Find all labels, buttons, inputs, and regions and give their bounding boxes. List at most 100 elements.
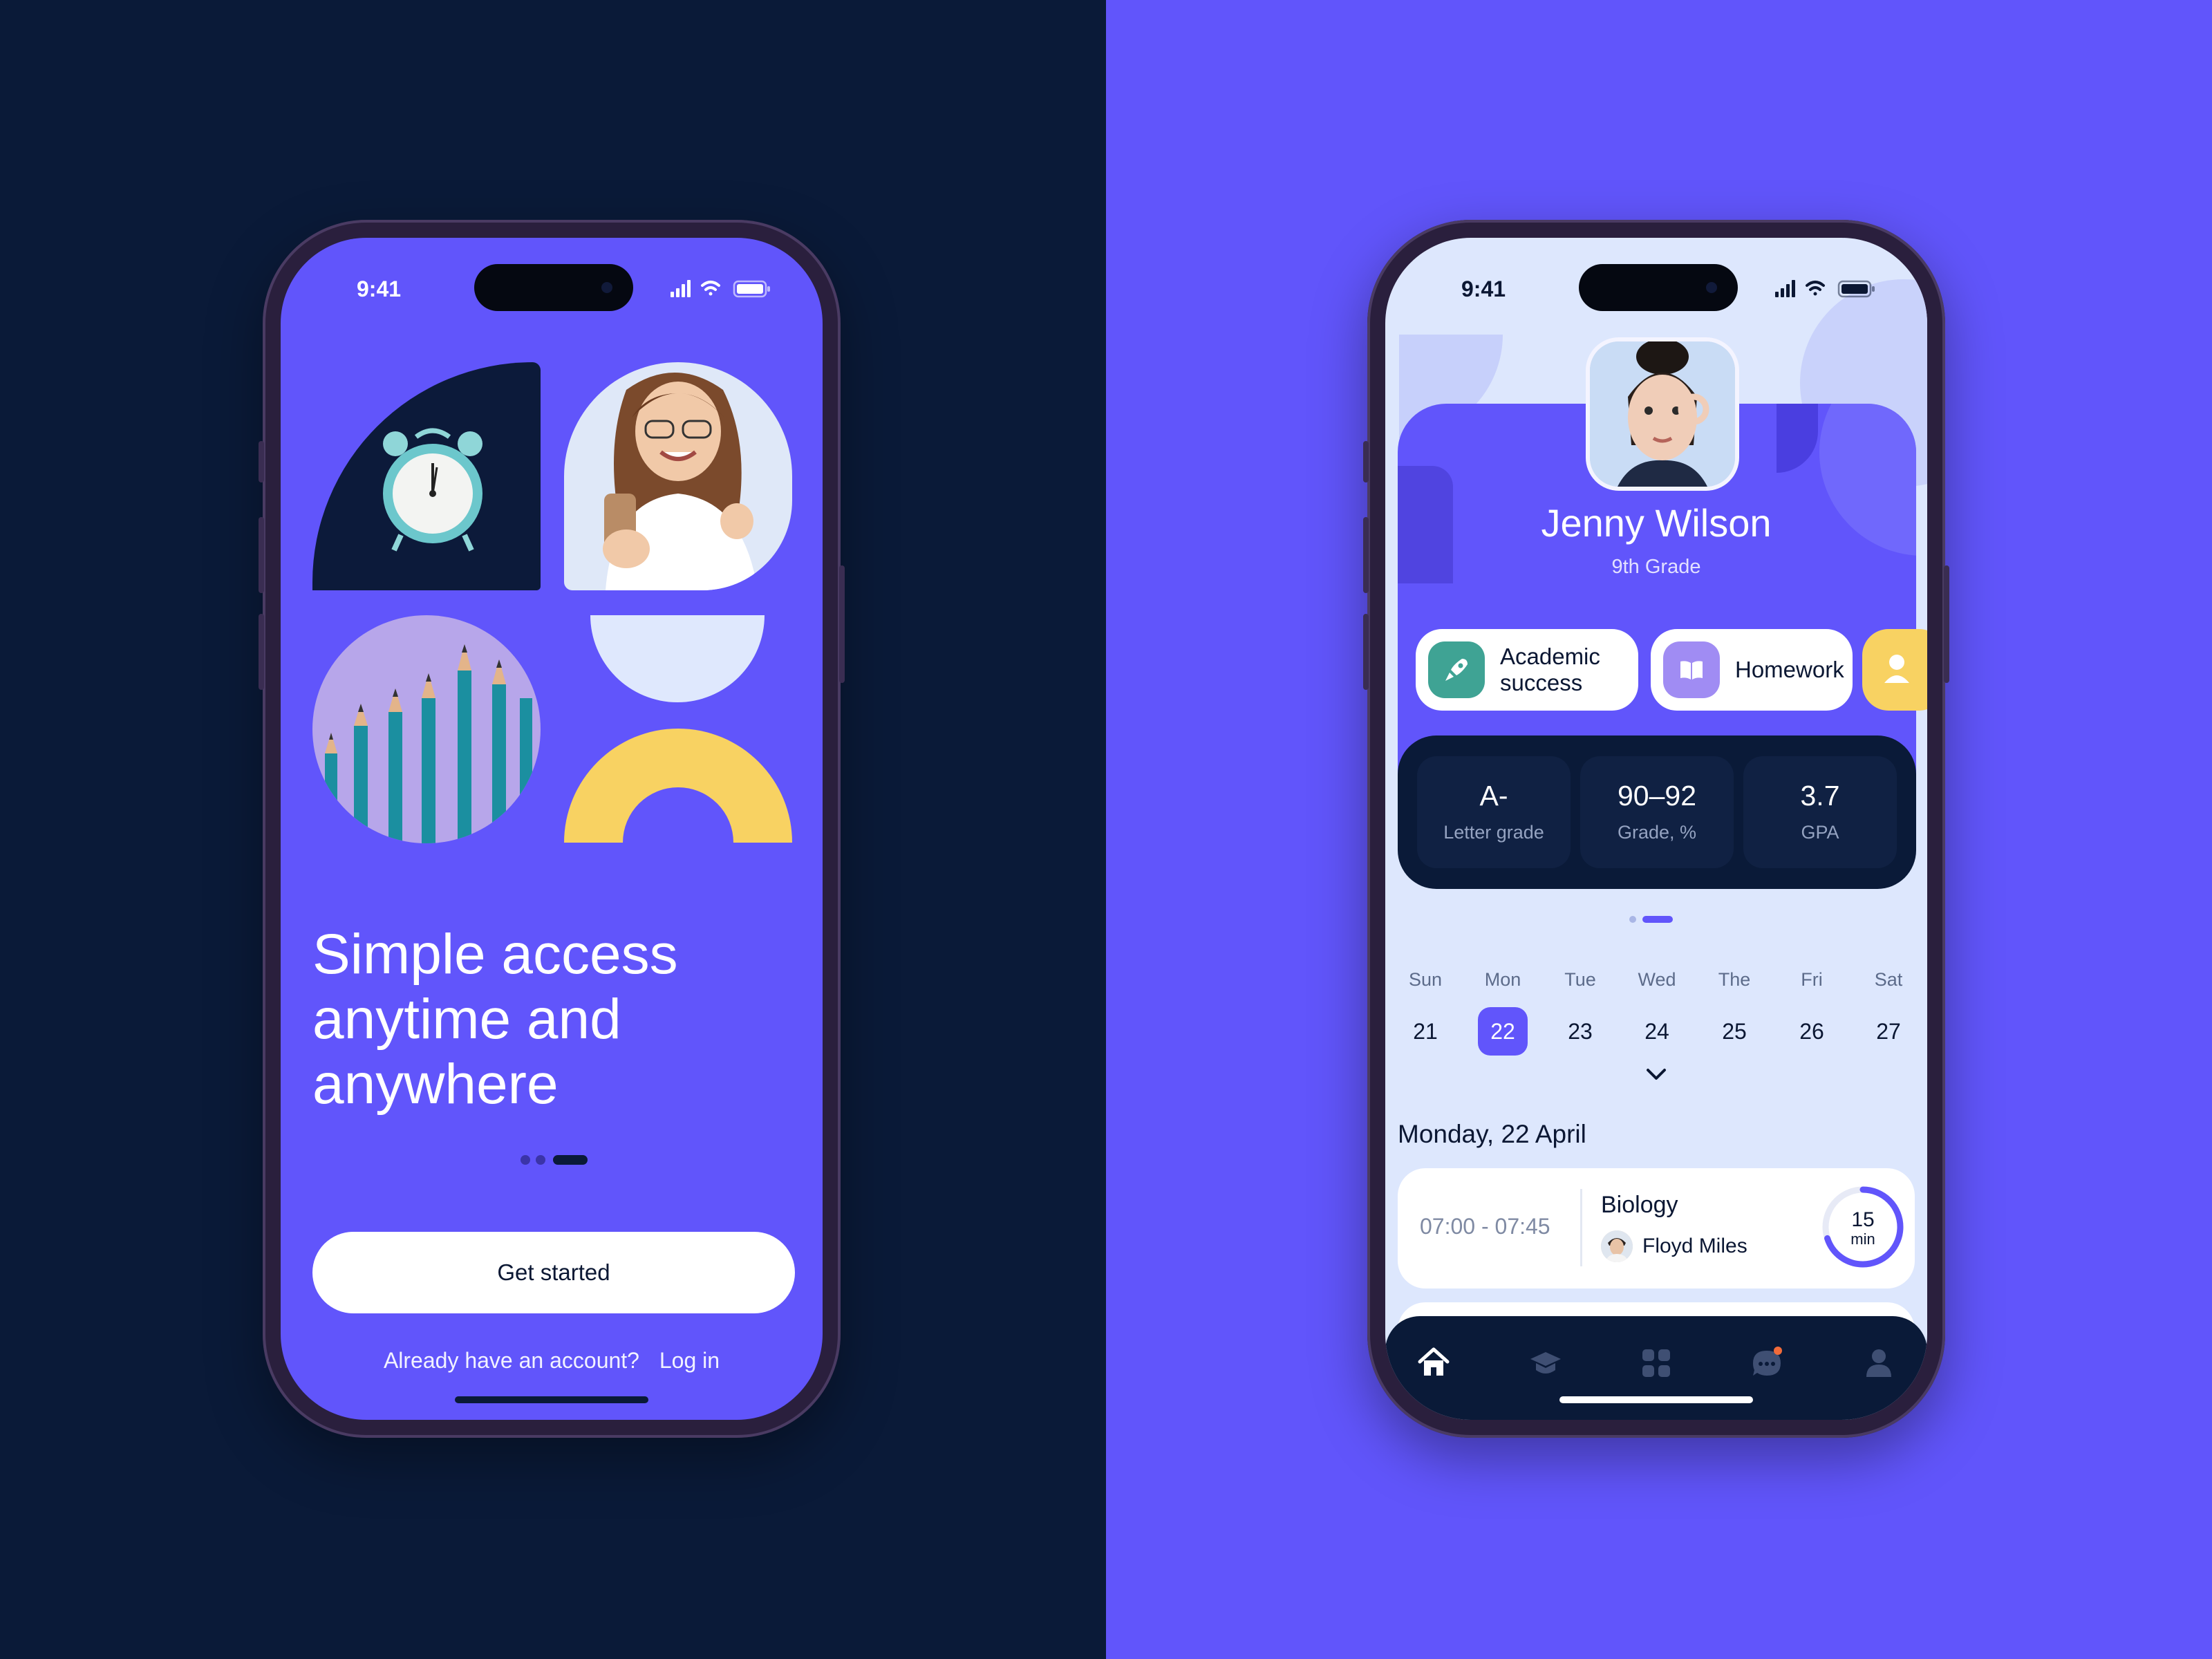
status-icons bbox=[671, 280, 770, 298]
bottom-tab-bar bbox=[1385, 1316, 1927, 1420]
selected-date-heading: Monday, 22 April bbox=[1398, 1120, 1586, 1148]
chip-homework[interactable]: Homework bbox=[1651, 629, 1853, 711]
day-date: 21 bbox=[1413, 1019, 1438, 1044]
headline-line: Simple access bbox=[312, 923, 678, 986]
signal-icon bbox=[1775, 280, 1795, 297]
week-calendar: Sun 21 Mon 22 Tue 23 Wed 24 The 25 Fri 2… bbox=[1385, 969, 1927, 1059]
day-name: Fri bbox=[1801, 969, 1823, 990]
deco-shape bbox=[1777, 404, 1818, 473]
onboarding-phone: 9:41 Simple access anytime and anywhere … bbox=[259, 220, 845, 1438]
arch-shape bbox=[564, 729, 792, 843]
half-circle-shape bbox=[590, 615, 765, 702]
pencils-illustration bbox=[325, 644, 532, 843]
day-fri[interactable]: Fri 26 bbox=[1773, 969, 1850, 1056]
volume-down-button bbox=[259, 614, 264, 690]
avatar[interactable] bbox=[1586, 337, 1739, 491]
chip-label: Academic success bbox=[1500, 644, 1600, 696]
lesson-teacher: Floyd Miles bbox=[1642, 1235, 1747, 1257]
alarm-clock-icon bbox=[383, 428, 482, 552]
day-date: 26 bbox=[1799, 1019, 1824, 1044]
login-prompt: Already have an account? bbox=[383, 1348, 639, 1373]
stat-label: Grade, % bbox=[1617, 822, 1697, 843]
day-date: 24 bbox=[1644, 1019, 1669, 1044]
profile-phone: 9:41 Jenny Wilson 9th Grade Academic suc… bbox=[1363, 220, 1949, 1438]
lesson-card[interactable]: 07:00 - 07:45 Biology Floyd Miles 15 min bbox=[1398, 1168, 1915, 1288]
get-started-button[interactable]: Get started bbox=[312, 1232, 795, 1313]
lesson-time: 07:00 - 07:45 bbox=[1420, 1214, 1550, 1239]
graduation-cap-icon[interactable] bbox=[1528, 1345, 1564, 1381]
profile-name: Jenny Wilson bbox=[1541, 501, 1772, 545]
home-indicator[interactable] bbox=[1559, 1396, 1753, 1403]
login-row: Already have an account? Log in bbox=[281, 1348, 823, 1374]
side-button bbox=[1363, 441, 1369, 482]
page-indicator[interactable] bbox=[520, 1154, 596, 1165]
status-time: 9:41 bbox=[357, 276, 402, 301]
power-button bbox=[1944, 565, 1949, 683]
day-sat[interactable]: Sat 27 bbox=[1850, 969, 1927, 1056]
rocket-icon bbox=[1428, 641, 1485, 698]
day-name: Sun bbox=[1408, 969, 1443, 990]
day-name: Sat bbox=[1874, 969, 1903, 990]
book-glyph bbox=[1680, 661, 1703, 679]
lesson-subject: Biology bbox=[1601, 1192, 1678, 1218]
day-thu[interactable]: The 25 bbox=[1696, 969, 1773, 1056]
stat-value: 3.7 bbox=[1800, 780, 1840, 812]
home-icon[interactable] bbox=[1416, 1345, 1452, 1381]
day-date: 27 bbox=[1876, 1019, 1901, 1044]
woman-with-phone-photo bbox=[564, 362, 792, 590]
stat-grade-percent: 90–92 Grade, % bbox=[1580, 756, 1734, 868]
stat-label: Letter grade bbox=[1443, 822, 1544, 843]
chip-label: Homework bbox=[1735, 657, 1844, 682]
wifi-icon bbox=[701, 281, 720, 296]
stat-gpa: 3.7 GPA bbox=[1743, 756, 1897, 868]
day-date-selected: 22 bbox=[1478, 1007, 1528, 1056]
profile-icon[interactable] bbox=[1861, 1345, 1897, 1381]
divider bbox=[1580, 1189, 1582, 1266]
login-link[interactable]: Log in bbox=[659, 1348, 720, 1373]
day-wed[interactable]: Wed 24 bbox=[1618, 969, 1696, 1056]
dynamic-island bbox=[474, 264, 633, 311]
day-mon[interactable]: Mon 22 bbox=[1464, 969, 1541, 1056]
volume-up-button bbox=[1363, 517, 1369, 593]
day-tue[interactable]: Tue 23 bbox=[1541, 969, 1619, 1056]
status-time: 9:41 bbox=[1461, 276, 1506, 301]
battery-icon bbox=[733, 280, 770, 298]
chip-label-line: Academic bbox=[1500, 644, 1600, 669]
stats-page-indicator[interactable] bbox=[1629, 915, 1684, 924]
power-button bbox=[839, 565, 845, 683]
chip-label-line: success bbox=[1500, 670, 1583, 695]
day-name: Wed bbox=[1638, 969, 1676, 990]
day-name: Tue bbox=[1564, 969, 1596, 990]
stat-value: 90–92 bbox=[1617, 780, 1696, 812]
battery-icon bbox=[1837, 280, 1875, 298]
day-name: The bbox=[1718, 969, 1751, 990]
chevron-down-icon[interactable] bbox=[1641, 1065, 1671, 1084]
chip-academic-success[interactable]: Academic success bbox=[1416, 629, 1638, 711]
pencils-photo bbox=[312, 615, 541, 843]
grid-icon[interactable] bbox=[1638, 1345, 1674, 1381]
chat-icon[interactable] bbox=[1749, 1345, 1785, 1381]
day-date: 25 bbox=[1722, 1019, 1747, 1044]
stat-value: A- bbox=[1479, 780, 1508, 812]
dynamic-island bbox=[1579, 264, 1738, 311]
profile-screen: 9:41 Jenny Wilson 9th Grade Academic suc… bbox=[1385, 238, 1927, 1420]
grades-stats-card: A- Letter grade 90–92 Grade, % 3.7 GPA bbox=[1398, 735, 1916, 889]
lesson-timer: 15 min bbox=[1822, 1186, 1904, 1268]
volume-down-button bbox=[1363, 614, 1369, 690]
stat-label: GPA bbox=[1801, 822, 1839, 843]
chip-next[interactable] bbox=[1862, 629, 1927, 711]
status-icons bbox=[1775, 280, 1875, 298]
profile-grade: 9th Grade bbox=[1611, 556, 1701, 578]
notification-badge bbox=[1774, 1347, 1782, 1355]
home-indicator[interactable] bbox=[455, 1396, 648, 1403]
signal-icon bbox=[671, 280, 691, 297]
onboarding-headline: Simple access anytime and anywhere bbox=[312, 922, 796, 1117]
onboarding-screen: 9:41 Simple access anytime and anywhere … bbox=[281, 238, 823, 1420]
clock-tile bbox=[312, 362, 541, 590]
teacher-avatar-photo bbox=[1601, 1230, 1633, 1262]
volume-up-button bbox=[259, 517, 264, 593]
headline-line: anywhere bbox=[312, 1053, 559, 1116]
timer-unit: min bbox=[1850, 1230, 1875, 1248]
side-button bbox=[259, 441, 264, 482]
day-sun[interactable]: Sun 21 bbox=[1387, 969, 1464, 1056]
